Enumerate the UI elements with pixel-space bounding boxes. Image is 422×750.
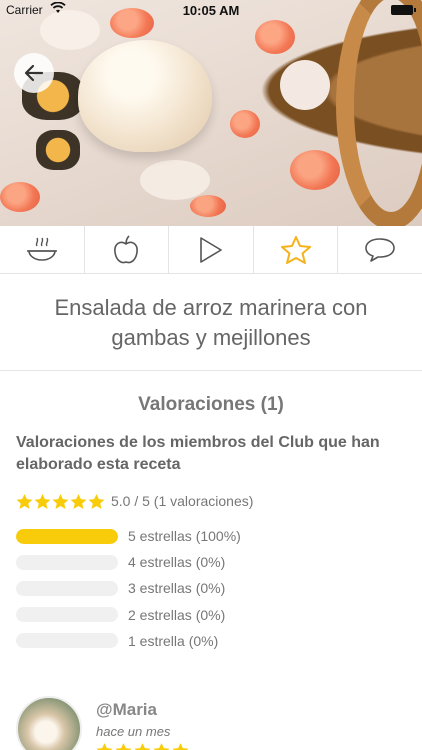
star-filled-icon — [115, 743, 132, 750]
rating-summary: 5.0 / 5 (1 valoraciones) — [16, 491, 253, 511]
cooking-pot-icon — [26, 237, 57, 261]
distribution-row-1: 1 estrella (0%) — [16, 628, 406, 654]
tab-nutrition[interactable] — [85, 226, 170, 273]
mayonnaise-dollop — [78, 40, 212, 152]
distribution-label: 3 estrellas (0%) — [128, 580, 226, 597]
distribution-row-3: 3 estrellas (0%) — [16, 575, 406, 601]
star-filled-icon — [172, 743, 189, 750]
star-filled-icon — [70, 493, 87, 509]
average-rating-text: 5.0 / 5 (1 valoraciones) — [111, 493, 254, 509]
back-button[interactable] — [14, 53, 54, 93]
star-filled-icon — [52, 493, 69, 509]
review-username[interactable]: @Maria — [96, 700, 157, 720]
recipe-hero-image — [0, 0, 422, 226]
distribution-label: 2 estrellas (0%) — [128, 606, 226, 623]
ratings-subheading: Valoraciones de los miembros del Club qu… — [16, 434, 380, 473]
distribution-label: 5 estrellas (100%) — [128, 528, 241, 545]
distribution-bar — [16, 528, 118, 544]
distribution-bar — [16, 607, 118, 623]
battery-icon — [391, 5, 416, 15]
tab-ratings[interactable] — [254, 226, 339, 273]
star-filled-icon — [134, 743, 151, 750]
distribution-bar — [16, 580, 118, 596]
arrow-left-icon — [24, 64, 44, 82]
bowl-rim — [336, 0, 422, 226]
average-stars — [16, 493, 105, 510]
review-item: @Maria hace un mes — [16, 694, 406, 750]
star-filled-icon — [153, 743, 170, 750]
distribution-label: 1 estrella (0%) — [128, 632, 219, 649]
star-filled-icon — [34, 493, 51, 509]
tab-video[interactable] — [169, 226, 254, 273]
tab-comments[interactable] — [338, 226, 422, 273]
play-icon — [200, 236, 222, 263]
star-filled-icon — [16, 493, 33, 509]
tab-cooking[interactable] — [0, 226, 85, 273]
distribution-row-4: 4 estrellas (0%) — [16, 549, 406, 575]
speech-bubble-icon — [365, 237, 395, 262]
distribution-row-2: 2 estrellas (0%) — [16, 602, 406, 628]
star-filled-icon — [88, 493, 105, 509]
apple-icon — [114, 234, 139, 263]
rating-distribution: 5 estrellas (100%) 4 estrellas (0%) 3 es… — [16, 523, 406, 654]
star-filled-icon — [96, 743, 113, 750]
distribution-bar — [16, 554, 118, 570]
star-icon — [280, 235, 311, 264]
ratings-heading: Valoraciones (1) — [138, 394, 284, 415]
review-stars — [96, 742, 189, 750]
recipe-title: Ensalada de arroz marinera con gambas y … — [54, 294, 368, 350]
recipe-title-block: Ensalada de arroz marinera con gambas y … — [0, 275, 422, 371]
clock: 10:05 AM — [182, 3, 240, 18]
recipe-tab-bar — [0, 226, 422, 274]
avatar[interactable] — [16, 696, 82, 750]
review-date: hace un mes — [96, 724, 171, 739]
distribution-label: 4 estrellas (0%) — [128, 554, 226, 571]
status-bar: Carrier 10:05 AM — [0, 0, 422, 22]
distribution-row-5: 5 estrellas (100%) — [16, 523, 406, 549]
distribution-bar — [16, 633, 118, 649]
